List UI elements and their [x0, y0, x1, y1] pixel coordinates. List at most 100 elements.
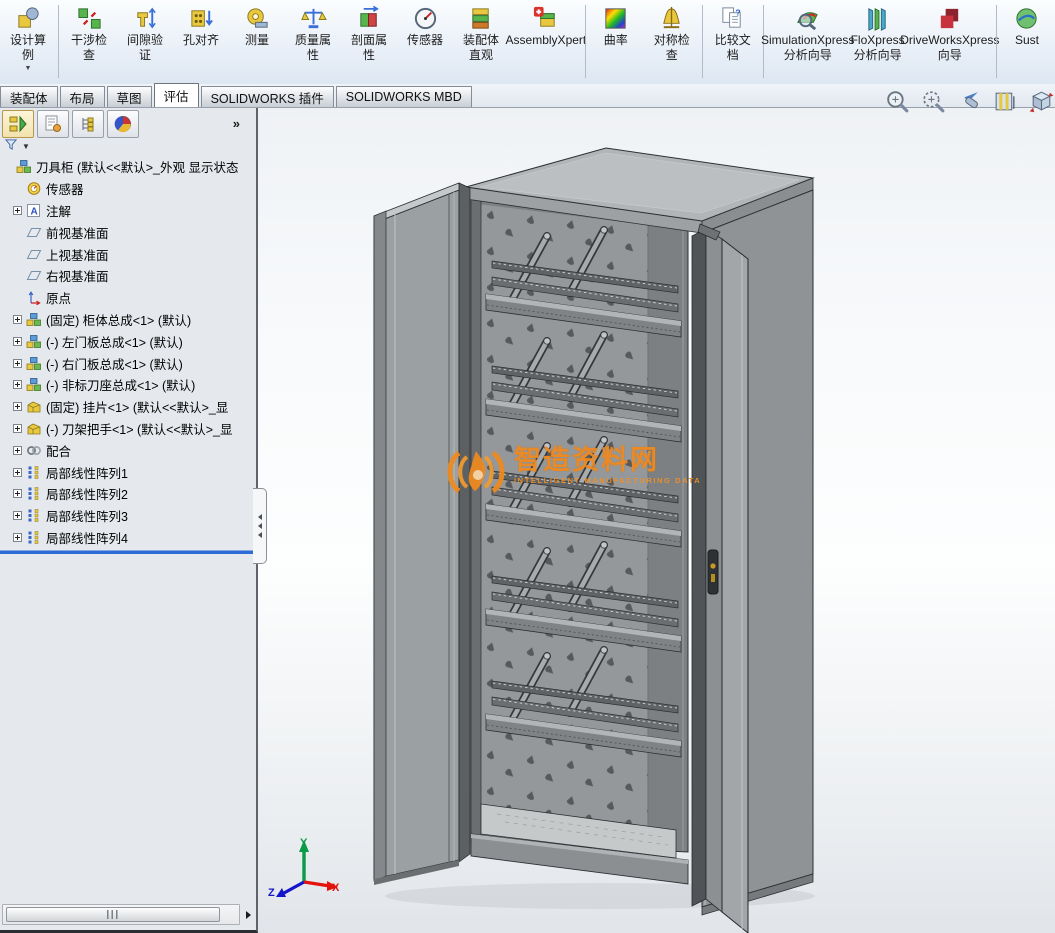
tree-item-plane[interactable]: 前视基准面	[0, 221, 256, 243]
ribbon-button-curvature[interactable]: 曲率	[588, 0, 644, 84]
scrollbar-grip[interactable]	[106, 910, 120, 919]
svg-text:?: ?	[736, 7, 741, 17]
panel-tab-configuration-manager[interactable]	[72, 109, 104, 138]
tree-item-label: 局部线性阵列4	[46, 531, 128, 546]
tree-item-origin[interactable]: 原点	[0, 287, 256, 309]
panel-tab-property-manager[interactable]	[37, 109, 69, 138]
ribbon-button-compare-documents[interactable]: ? 比较文档	[705, 0, 761, 84]
ribbon-button-sensor[interactable]: 传感器	[397, 0, 453, 84]
feature-manager-panel: » ▼ 刀具柜 (默认<<默认>_外观 显示状态 传感器 A 注解 前视基准面 上视基准面…	[0, 108, 258, 933]
tree-item-assembly[interactable]: (-) 右门板总成<1> (默认)	[0, 352, 256, 374]
tab-SOLIDWORKS MBD[interactable]: SOLIDWORKS MBD	[335, 86, 472, 107]
previous-view-icon[interactable]	[956, 88, 983, 115]
ribbon-button-label: AssemblyXpert	[505, 33, 587, 47]
tab-草图[interactable]: 草图	[106, 86, 152, 107]
ribbon-button-clearance-verify[interactable]: 间隙验证	[117, 0, 173, 84]
filter-funnel-icon[interactable]	[4, 138, 19, 156]
filter-caret-icon[interactable]: ▼	[22, 142, 30, 151]
assembly-xpert-icon	[531, 3, 561, 33]
ribbon-button-label: 干涉检	[70, 33, 107, 47]
tab-评估[interactable]: 评估	[153, 83, 199, 107]
ribbon-group-separator	[701, 5, 703, 78]
ribbon-button-simulationxpress[interactable]: SimulationXpress 分析向导	[761, 0, 854, 84]
dropdown-caret-icon[interactable]: ▼	[25, 65, 32, 72]
tree-item-label: (固定) 柜体总成<1> (默认)	[46, 313, 192, 328]
ribbon-button-design-study[interactable]: 设计算例 ▼	[0, 0, 56, 84]
tree-item-part[interactable]: (固定) 挂片<1> (默认<<默认>_显	[0, 396, 256, 418]
tree-item-annotation[interactable]: A 注解	[0, 200, 256, 222]
panel-tab-feature-manager-tree[interactable]	[2, 109, 34, 138]
sensor-icon	[410, 3, 440, 33]
tree-item-assembly[interactable]: (-) 左门板总成<1> (默认)	[0, 330, 256, 352]
ribbon-button-measure[interactable]: 测量	[229, 0, 285, 84]
tree-item-assembly[interactable]: (-) 非标刀座总成<1> (默认)	[0, 374, 256, 396]
ribbon-button-label: 剖面属	[350, 33, 387, 47]
display-manager-icon	[114, 115, 131, 132]
triad-y-label: Y	[300, 837, 308, 849]
tree-item-pattern[interactable]: 局部线性阵列2	[0, 483, 256, 505]
tree-item-sensor[interactable]: 传感器	[0, 178, 256, 200]
ribbon-button-interference-check[interactable]: 干涉检查	[61, 0, 117, 84]
ribbon-group-separator	[58, 5, 59, 78]
ribbon-button-driveworksxpress[interactable]: DriveWorksXpress 向导	[900, 0, 999, 84]
mates-icon	[26, 443, 42, 458]
tree-expand-box[interactable]	[13, 467, 22, 477]
tree-item-pattern[interactable]: 局部线性阵列3	[0, 505, 256, 527]
tab-SOLIDWORKS 插件[interactable]: SOLIDWORKS 插件	[200, 86, 334, 107]
tree-item-plane[interactable]: 右视基准面	[0, 265, 256, 287]
tab-布局[interactable]: 布局	[59, 86, 105, 107]
panel-tabs-overflow-button[interactable]: »	[233, 116, 240, 131]
sensor-icon	[26, 181, 42, 196]
tree-item-label: 原点	[46, 292, 72, 307]
tree-expand-box[interactable]	[13, 336, 22, 346]
tree-item-pattern[interactable]: 局部线性阵列4	[0, 527, 256, 549]
zoom-fit-icon[interactable]	[884, 88, 911, 115]
tree-expand-box[interactable]	[13, 511, 22, 521]
ribbon-button-assembly-xpert[interactable]: AssemblyXpert	[506, 0, 586, 84]
rollback-bar[interactable]	[0, 550, 256, 555]
tree-expand-box[interactable]	[13, 402, 22, 412]
tree-expand-box[interactable]	[13, 314, 22, 324]
ribbon-button-assembly-visualization[interactable]: 装配体 直观	[453, 0, 509, 84]
tree-item-part[interactable]: (-) 刀架把手<1> (默认<<默认>_显	[0, 418, 256, 440]
simulationxpress-icon	[793, 3, 823, 33]
graphics-area[interactable]: 智造资料网 INTELLIGENT MANUFACTURING DATA Y X…	[258, 108, 1055, 933]
tree-expand-box[interactable]	[13, 423, 22, 433]
assembly-visualization-icon	[466, 3, 496, 33]
tree-expand-box[interactable]	[13, 380, 22, 390]
solidworks-window: 设计算例 ▼ 干涉检查间隙验证孔对齐 测量 质量属性剖面属性传感器 装配体 直观 Assemb…	[0, 0, 1055, 933]
tab-装配体[interactable]: 装配体	[0, 86, 58, 107]
coordinate-triad: Y X Z	[268, 837, 340, 899]
property-manager-icon	[45, 115, 61, 132]
ribbon-button-symmetry-check[interactable]: 对称检查	[644, 0, 700, 84]
tree-item-pattern[interactable]: 局部线性阵列1	[0, 461, 256, 483]
tree-item-assembly[interactable]: (固定) 柜体总成<1> (默认)	[0, 309, 256, 331]
panel-horizontal-scrollbar[interactable]	[2, 904, 240, 925]
tree-expand-box[interactable]	[13, 532, 22, 542]
tree-expand-box[interactable]	[13, 445, 22, 455]
ribbon-button-floxpress[interactable]: FloXpress 分析向导	[850, 0, 906, 84]
ribbon-button-label: 对称检	[653, 33, 690, 47]
scrollbar-thumb[interactable]	[6, 907, 220, 922]
ribbon-button-section-properties[interactable]: 剖面属性	[341, 0, 397, 84]
tree-item-mates[interactable]: 配合	[0, 439, 256, 461]
tree-item-label: 局部线性阵列1	[46, 466, 128, 481]
ribbon-button-sustainability[interactable]: Sust	[999, 0, 1055, 84]
tree-expand-box[interactable]	[13, 358, 22, 368]
scrollbar-right-arrow[interactable]	[246, 911, 251, 919]
ribbon-button-mass-properties[interactable]: 质量属性	[285, 0, 341, 84]
tree-filter-row[interactable]: ▼	[0, 138, 256, 155]
zoom-area-icon[interactable]	[920, 88, 947, 115]
ribbon-button-hole-align[interactable]: 孔对齐	[173, 0, 229, 84]
panel-splitter-handle[interactable]	[253, 488, 267, 564]
view-orientation-icon[interactable]	[1028, 88, 1055, 115]
section-view-icon[interactable]	[992, 88, 1019, 115]
tree-expand-box[interactable]	[13, 489, 22, 499]
panel-tab-display-manager[interactable]	[107, 109, 139, 138]
tree-item-root[interactable]: 刀具柜 (默认<<默认>_外观 显示状态	[0, 156, 256, 178]
tree-item-plane[interactable]: 上视基准面	[0, 243, 256, 265]
curvature-icon	[601, 3, 631, 33]
assembly-icon	[16, 159, 32, 174]
tree-expand-box[interactable]	[13, 205, 22, 215]
cabinet-3d-model[interactable]	[258, 108, 1055, 933]
